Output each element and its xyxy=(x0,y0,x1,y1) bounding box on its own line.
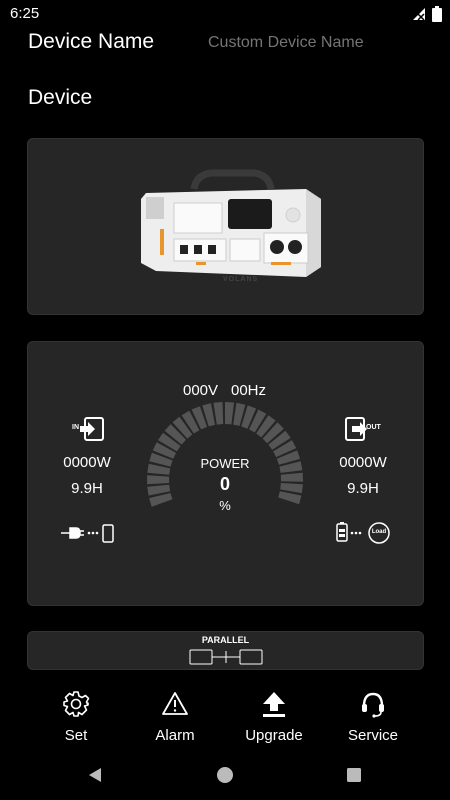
bottom-nav: Set Alarm Upgrade Service xyxy=(0,690,450,752)
gauge-segment xyxy=(149,493,173,507)
back-icon[interactable] xyxy=(86,766,104,784)
headset-icon xyxy=(362,692,384,718)
input-badge-text: IN xyxy=(72,424,79,431)
device-name-label: Device Name xyxy=(28,30,155,53)
power-percent-value: 0 xyxy=(219,474,230,494)
charging-flow-icon xyxy=(61,524,114,543)
gauge-segment xyxy=(213,402,224,425)
output-badge-text: OUT xyxy=(366,424,381,431)
home-icon[interactable] xyxy=(216,766,234,784)
power-percent-unit: % xyxy=(219,498,231,513)
input-badge: IN xyxy=(68,416,108,442)
upload-icon xyxy=(263,692,285,717)
gauge-segment xyxy=(225,402,234,425)
nav-set[interactable]: Set xyxy=(31,690,121,744)
output-watts: 0000W xyxy=(339,454,387,471)
nav-upgrade[interactable]: Upgrade xyxy=(229,690,319,744)
input-watts: 0000W xyxy=(63,454,111,471)
gear-icon xyxy=(63,691,90,717)
frequency-value: 00Hz xyxy=(231,382,267,399)
power-label: POWER xyxy=(200,456,250,471)
gauge-segment xyxy=(147,475,170,485)
parallel-icon xyxy=(189,649,263,665)
alarm-icon xyxy=(162,692,188,715)
gauge-segment xyxy=(280,472,303,482)
section-title-device: Device xyxy=(28,86,93,109)
device-name-input[interactable] xyxy=(208,34,428,52)
input-hours: 9.9H xyxy=(71,480,103,497)
output-hours: 9.9H xyxy=(347,480,379,497)
voltage-value: 000V xyxy=(183,382,219,399)
nav-set-label: Set xyxy=(64,727,88,744)
status-time: 6:25 xyxy=(10,5,40,22)
output-badge: OUT xyxy=(344,416,384,442)
gauge-segment xyxy=(278,491,302,505)
parallel-label: PARALLEL xyxy=(201,635,250,645)
nav-service[interactable]: Service xyxy=(328,690,418,744)
power-card: 000V 00Hz POWER 0 % IN 0000W 9.9H OUT 00… xyxy=(27,341,424,606)
gauge-segment xyxy=(280,483,303,494)
nav-alarm-label: Alarm xyxy=(155,727,195,744)
nav-service-label: Service xyxy=(347,727,399,744)
recents-icon[interactable] xyxy=(345,766,363,784)
device-name-row: Device Name xyxy=(28,28,428,58)
nav-alarm[interactable]: Alarm xyxy=(130,690,220,744)
power-station-image xyxy=(141,169,321,277)
status-bar: 6:25 xyxy=(0,0,450,28)
nav-upgrade-label: Upgrade xyxy=(245,727,303,744)
signal-icon xyxy=(413,8,425,21)
load-label: Load xyxy=(371,529,387,535)
device-image-card[interactable]: VOLANS xyxy=(27,138,424,315)
system-nav-bar xyxy=(0,752,450,800)
battery-icon xyxy=(432,6,442,22)
brand-label: VOLANS xyxy=(223,276,259,283)
system-icons xyxy=(412,6,442,22)
parallel-card[interactable]: PARALLEL xyxy=(27,631,424,670)
